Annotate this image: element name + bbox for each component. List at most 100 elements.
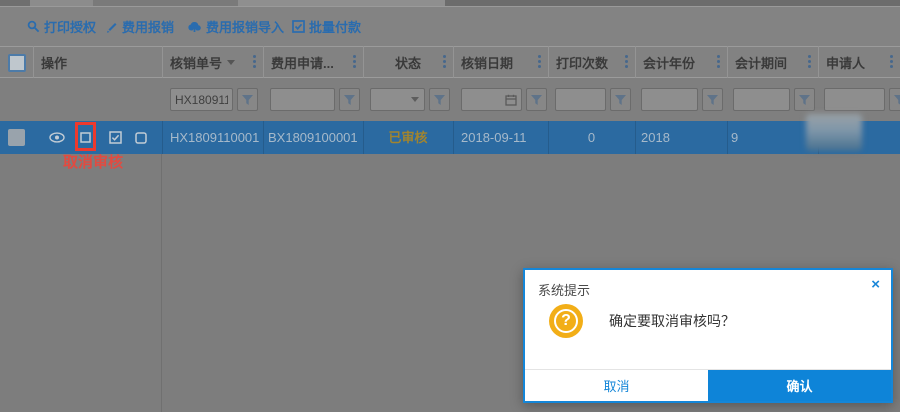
print-authorize-label: 打印授权 <box>44 17 96 36</box>
filter-cell-fiscal-year <box>641 88 723 111</box>
cell-expense-apply-no: BX1809100001 <box>268 121 358 154</box>
batch-payment-label: 批量付款 <box>309 17 361 36</box>
toolbar: 打印授权 费用报销 费用报销导入 批量付款 <box>0 7 900 46</box>
expense-apply-filter-input[interactable] <box>270 88 335 111</box>
filter-funnel-icon[interactable] <box>237 88 258 111</box>
filter-funnel-icon[interactable] <box>339 88 360 111</box>
select-all-checkbox[interactable] <box>8 54 26 72</box>
sort-desc-icon <box>227 60 235 65</box>
frozen-column-divider <box>161 154 162 412</box>
column-header-label: 状态 <box>395 53 421 72</box>
filter-cell-applicant <box>824 88 900 111</box>
tab-strip-segment <box>445 0 900 6</box>
batch-payment-button[interactable]: 批量付款 <box>292 7 361 46</box>
column-header-label: 申请人 <box>818 53 865 72</box>
fiscal-period-filter-input[interactable] <box>733 88 790 111</box>
print-count-filter-input[interactable] <box>555 88 606 111</box>
expense-import-label: 费用报销导入 <box>206 17 284 36</box>
column-menu-icon[interactable] <box>890 55 893 68</box>
column-header-write-off-no[interactable]: 核销单号 <box>162 47 263 78</box>
filter-cell-expense-apply <box>270 88 360 111</box>
column-header-expense-apply[interactable]: 费用申请... <box>263 47 363 78</box>
column-menu-icon[interactable] <box>538 55 541 68</box>
audit-check-icon[interactable] <box>109 121 122 154</box>
dialog-title: 系统提示 <box>538 280 590 299</box>
filter-cell-write-off-date <box>461 88 547 111</box>
filter-funnel-icon[interactable] <box>526 88 547 111</box>
applicant-filter-input[interactable] <box>824 88 885 111</box>
column-menu-icon[interactable] <box>808 55 811 68</box>
cloud-upload-icon <box>187 20 202 33</box>
cell-write-off-no: HX1809110001 <box>170 121 259 154</box>
column-header-operation: 操作 <box>33 47 162 78</box>
filter-funnel-icon[interactable] <box>794 88 815 111</box>
checked-box-icon <box>292 20 305 33</box>
column-header-applicant[interactable]: 申请人 <box>818 47 900 78</box>
column-header-label: 操作 <box>33 53 67 72</box>
filter-funnel-icon[interactable] <box>889 88 900 111</box>
filter-funnel-icon[interactable] <box>429 88 450 111</box>
filter-funnel-icon[interactable] <box>702 88 723 111</box>
column-header-label: 打印次数 <box>548 53 608 72</box>
table-header-row: 操作 核销单号 费用申请... 状态 核销日期 打印次数 会计年份 <box>0 46 900 78</box>
column-menu-icon[interactable] <box>625 55 628 68</box>
app-screen: 打印授权 费用报销 费用报销导入 批量付款 操作 核销单号 <box>0 0 900 412</box>
column-header-label: 核销单号 <box>162 53 222 72</box>
filter-funnel-icon[interactable] <box>610 88 631 111</box>
row-checkbox[interactable] <box>8 129 25 146</box>
annotation-label: 取消审核 <box>63 151 123 172</box>
column-header-label: 会计期间 <box>727 53 787 72</box>
dialog-footer: 取消 确认 <box>525 369 891 401</box>
payment-box-icon[interactable] <box>135 121 147 154</box>
question-icon: ? <box>549 304 583 338</box>
tab-strip-segment <box>93 0 238 6</box>
write-off-date-filter-input[interactable] <box>461 88 522 111</box>
filter-row <box>0 78 900 121</box>
fiscal-year-filter-input[interactable] <box>641 88 698 111</box>
confirm-button[interactable]: 确认 <box>708 370 891 401</box>
column-header-fiscal-year[interactable]: 会计年份 <box>635 47 727 78</box>
write-off-no-filter-input[interactable] <box>170 88 233 111</box>
column-header-fiscal-period[interactable]: 会计期间 <box>727 47 818 78</box>
column-header-print-count[interactable]: 打印次数 <box>548 47 635 78</box>
tab-strip-segment <box>30 0 93 6</box>
column-menu-icon[interactable] <box>443 55 446 68</box>
column-menu-icon[interactable] <box>717 55 720 68</box>
status-filter-select[interactable] <box>370 88 425 111</box>
column-menu-icon[interactable] <box>353 55 356 68</box>
tab-strip-segment <box>238 0 445 6</box>
browser-tab-strip <box>0 0 900 7</box>
close-icon[interactable]: × <box>871 277 880 292</box>
cell-write-off-date: 2018-09-11 <box>461 121 527 154</box>
view-eye-icon[interactable] <box>49 121 65 154</box>
dialog-message: 确定要取消审核吗？ <box>609 311 735 331</box>
expense-import-button[interactable]: 费用报销导入 <box>187 7 284 46</box>
chevron-down-icon <box>411 97 419 102</box>
print-authorize-button[interactable]: 打印授权 <box>27 7 96 46</box>
expense-reimburse-button[interactable]: 费用报销 <box>105 7 174 46</box>
filter-cell-print-count <box>555 88 631 111</box>
pen-icon <box>105 20 118 33</box>
calendar-icon <box>505 94 517 106</box>
key-icon <box>27 20 40 33</box>
column-header-write-off-date[interactable]: 核销日期 <box>453 47 548 78</box>
column-header-label: 费用申请... <box>263 53 334 72</box>
cell-print-count: 0 <box>548 121 635 154</box>
tab-strip-segment <box>0 0 30 6</box>
cancel-button[interactable]: 取消 <box>525 370 708 401</box>
filter-cell-write-off-no <box>170 88 258 111</box>
column-header-label: 核销日期 <box>453 53 513 72</box>
cell-status: 已审核 <box>363 121 453 154</box>
column-header-status[interactable]: 状态 <box>363 47 453 78</box>
table-row[interactable]: HX1809110001 BX1809100001 已审核 2018-09-11… <box>0 121 900 154</box>
filter-cell-fiscal-period <box>733 88 815 111</box>
redacted-applicant-name <box>806 114 862 151</box>
expense-reimburse-label: 费用报销 <box>122 17 174 36</box>
column-menu-icon[interactable] <box>253 55 256 68</box>
confirm-dialog: 系统提示 × ? 确定要取消审核吗？ 取消 确认 <box>523 268 893 403</box>
filter-cell-status <box>370 88 450 111</box>
column-header-label: 会计年份 <box>635 53 695 72</box>
cell-fiscal-year: 2018 <box>641 121 670 154</box>
annotation-highlight-box <box>75 122 96 151</box>
cell-fiscal-period: 9 <box>731 121 738 154</box>
